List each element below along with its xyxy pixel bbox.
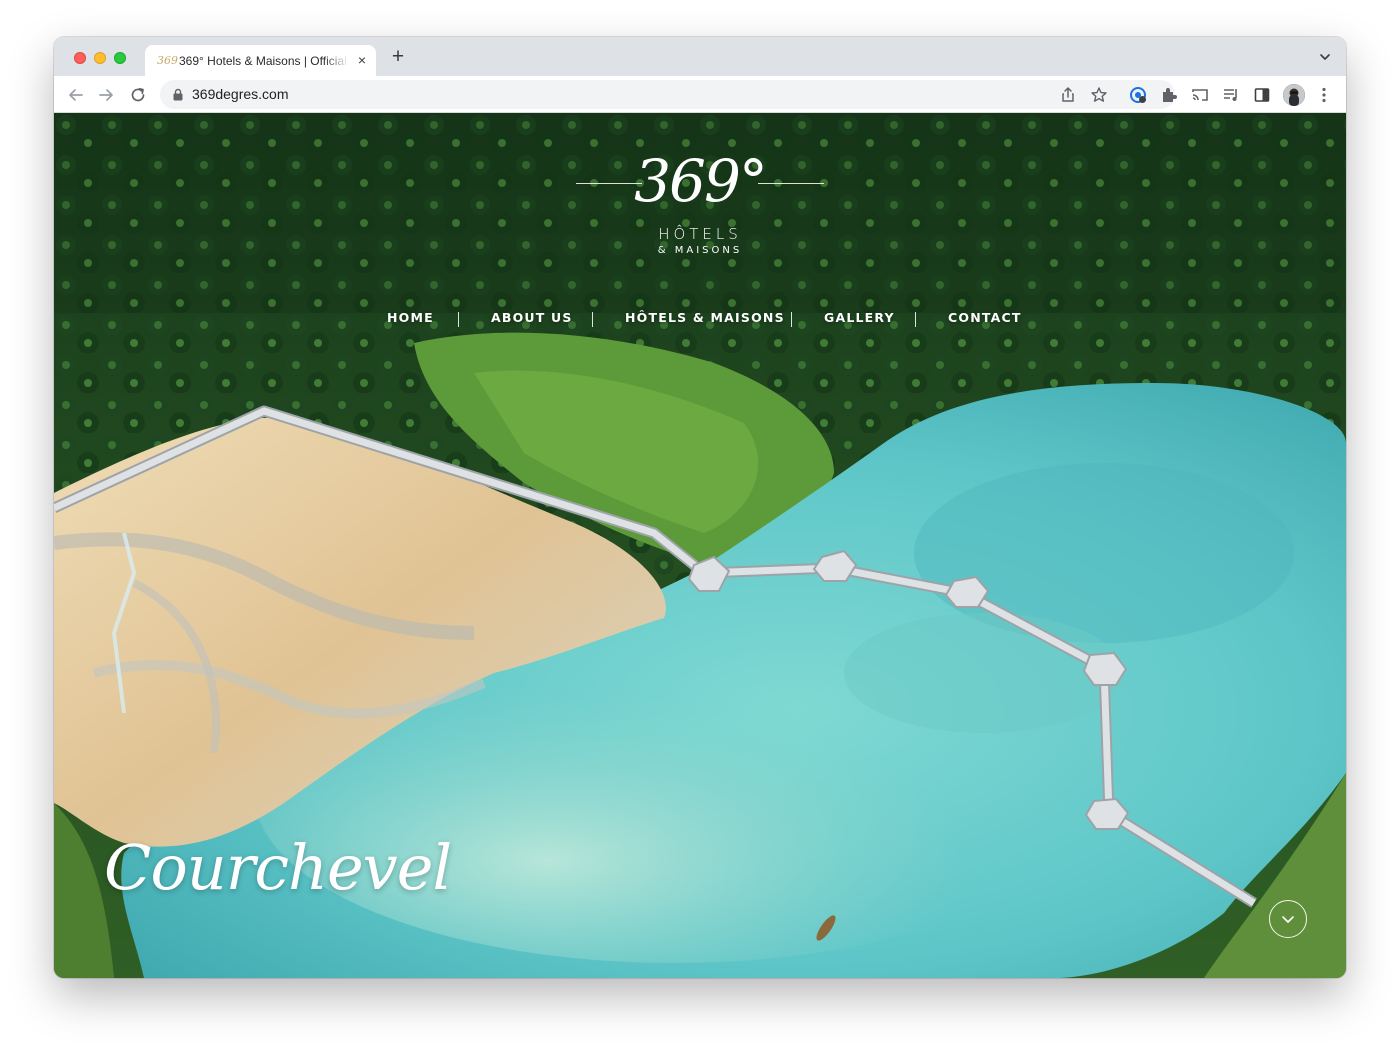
nav-divider <box>458 312 459 327</box>
browser-toolbar: 369degres.com <box>54 76 1346 113</box>
side-panel-icon[interactable] <box>1252 85 1272 105</box>
minimize-window-button[interactable] <box>94 52 106 64</box>
cast-icon[interactable] <box>1190 85 1210 105</box>
tab-search-chevron-icon[interactable] <box>1318 50 1332 64</box>
more-options-icon[interactable] <box>1314 85 1334 105</box>
nav-about-us[interactable]: ABOUT US <box>491 310 573 325</box>
nav-home[interactable]: HOME <box>387 310 434 325</box>
media-control-icon[interactable] <box>1221 85 1241 105</box>
logo-369: 369° <box>634 147 768 215</box>
reload-icon[interactable] <box>128 85 148 105</box>
scroll-down-button[interactable] <box>1269 900 1307 938</box>
share-icon[interactable] <box>1059 86 1077 104</box>
chevron-down-icon <box>1282 916 1294 923</box>
tab-close-icon[interactable]: × <box>354 52 370 68</box>
nav-divider <box>915 312 916 327</box>
tab-strip: 369 369° Hotels & Maisons | Official Web… <box>54 37 1346 76</box>
new-tab-button[interactable]: + <box>388 46 408 67</box>
site-favicon-icon: 369 <box>157 54 178 67</box>
logo-maisons: & MAISONS <box>657 245 743 256</box>
lock-icon[interactable] <box>172 88 184 101</box>
close-window-button[interactable] <box>74 52 86 64</box>
nav-divider <box>791 312 792 327</box>
profile-person-icon <box>1283 84 1305 106</box>
nav-divider <box>592 312 593 327</box>
nav-contact[interactable]: CONTACT <box>948 310 1022 325</box>
site-logo[interactable]: 369° HÔTELS & MAISONS <box>574 141 826 266</box>
password-extension-icon[interactable] <box>1128 85 1148 105</box>
extensions-puzzle-icon[interactable] <box>1159 85 1179 105</box>
logo-hotels: HÔTELS <box>658 225 742 243</box>
back-arrow-icon[interactable] <box>66 85 86 105</box>
url-text[interactable]: 369degres.com <box>192 86 289 102</box>
tab-title: 369° Hotels & Maisons | Official Website <box>179 54 349 68</box>
bookmark-star-icon[interactable] <box>1090 86 1108 104</box>
page-viewport: 369° HÔTELS & MAISONS HOME ABOUT US HÔTE… <box>54 113 1346 978</box>
maximize-window-button[interactable] <box>114 52 126 64</box>
browser-window: 369 369° Hotels & Maisons | Official Web… <box>54 37 1346 978</box>
nav-hotels-maisons[interactable]: HÔTELS & MAISONS <box>625 310 785 325</box>
browser-tab[interactable]: 369 369° Hotels & Maisons | Official Web… <box>145 45 376 76</box>
profile-avatar[interactable] <box>1283 84 1305 106</box>
nav-gallery[interactable]: GALLERY <box>824 310 895 325</box>
forward-arrow-icon[interactable] <box>96 85 116 105</box>
main-nav: HOME ABOUT US HÔTELS & MAISONS GALLERY C… <box>54 310 1346 334</box>
address-bar[interactable]: 369degres.com <box>160 80 1175 109</box>
hero-location-title: Courchevel <box>104 831 452 904</box>
